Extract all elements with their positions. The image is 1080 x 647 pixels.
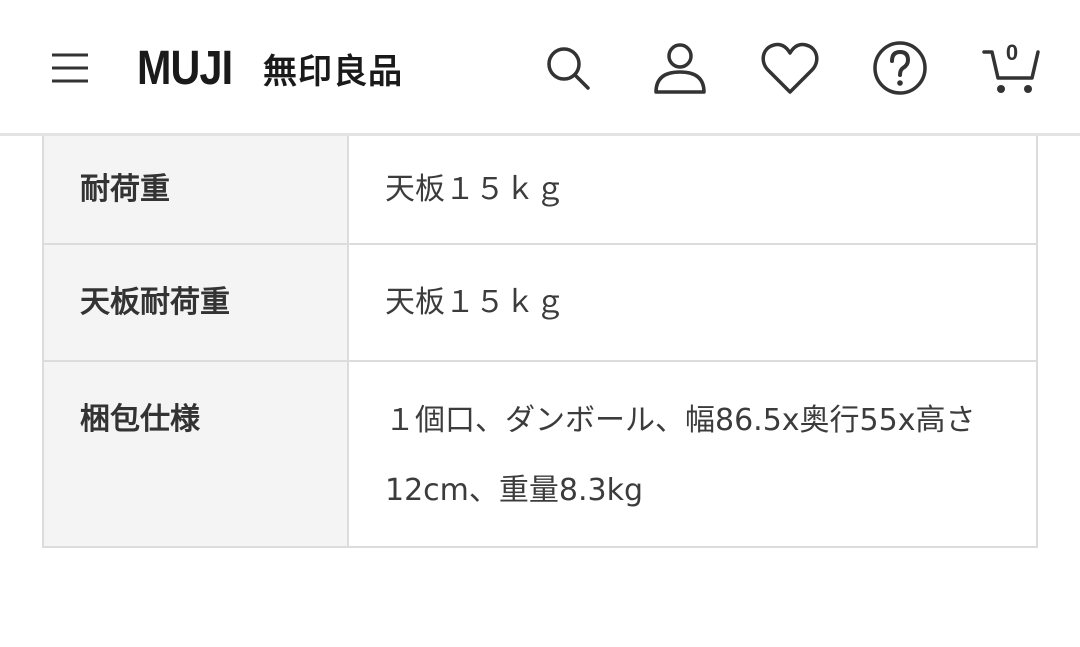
table-row: 天板耐荷重 天板１５ｋｇ — [42, 243, 1038, 362]
spec-value-cell: １個口、ダンボール、幅86.5x奥行55x高さ12cm、重量8.3kg — [347, 360, 1038, 548]
account-icon — [654, 43, 706, 94]
heart-icon — [761, 42, 819, 94]
search-icon — [547, 47, 590, 90]
table-row: 耐荷重 天板１５ｋｇ — [42, 136, 1038, 245]
menu-icon — [52, 53, 88, 83]
site-header: MUJI 無印良品 0 — [0, 0, 1080, 136]
spec-label-cell: 梱包仕様 — [42, 360, 349, 548]
logo-text: MUJI — [137, 41, 233, 95]
spec-table: 耐荷重 天板１５ｋｇ 天板耐荷重 天板１５ｋｇ 梱包仕様 １個口、ダンボール、幅… — [42, 136, 1038, 548]
spec-value: １個口、ダンボール、幅86.5x奥行55x高さ12cm、重量8.3kg — [385, 403, 976, 508]
muji-logo[interactable]: MUJI 無印良品 — [137, 40, 403, 96]
help-button[interactable] — [872, 40, 928, 96]
menu-button[interactable] — [50, 50, 90, 86]
spec-value-cell: 天板１５ｋｇ — [347, 136, 1038, 245]
table-row: 梱包仕様 １個口、ダンボール、幅86.5x奥行55x高さ12cm、重量8.3kg — [42, 360, 1038, 548]
spec-label-cell: 耐荷重 — [42, 136, 349, 245]
spec-label: 梱包仕様 — [80, 402, 200, 437]
spec-value: 天板１５ｋｇ — [385, 285, 565, 320]
account-button[interactable] — [652, 40, 708, 96]
spec-value: 天板１５ｋｇ — [385, 172, 565, 207]
logo-subtext: 無印良品 — [263, 51, 403, 92]
cart-count-badge: 0 — [1005, 40, 1019, 65]
help-icon — [873, 41, 927, 95]
search-button[interactable] — [544, 44, 592, 92]
spec-label-cell: 天板耐荷重 — [42, 243, 349, 362]
cart-button[interactable]: 0 — [982, 38, 1042, 96]
spec-label: 天板耐荷重 — [80, 285, 230, 320]
wishlist-button[interactable] — [760, 40, 820, 96]
spec-label: 耐荷重 — [80, 172, 170, 207]
spec-value-cell: 天板１５ｋｇ — [347, 243, 1038, 362]
